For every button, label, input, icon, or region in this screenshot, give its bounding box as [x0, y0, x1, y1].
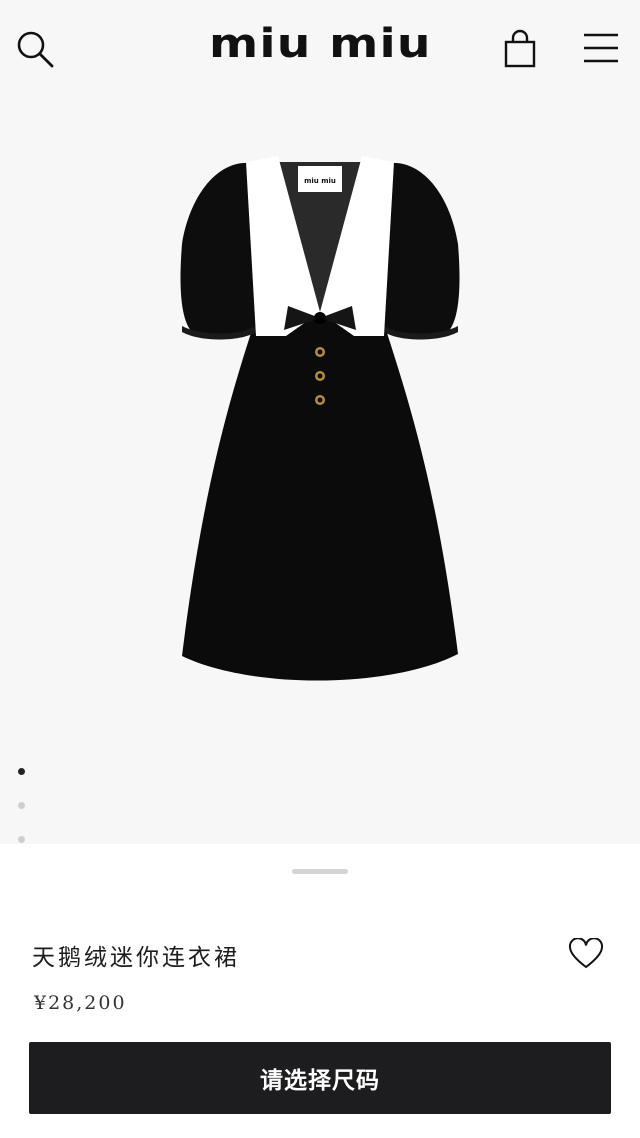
shopping-bag-icon[interactable]	[500, 28, 540, 70]
product-title: 天鹅绒迷你连衣裙	[32, 945, 240, 971]
pager-dot[interactable]	[18, 836, 25, 843]
pager-dot[interactable]	[18, 768, 25, 775]
heart-outline-icon[interactable]	[568, 938, 604, 970]
search-icon[interactable]	[14, 28, 56, 70]
pager-dot[interactable]	[18, 802, 25, 809]
sheet-drag-handle[interactable]	[292, 869, 348, 874]
product-dress-image: miu miu	[180, 156, 460, 681]
top-header: miu miu	[0, 0, 640, 96]
product-image-carousel[interactable]: miu miu	[0, 96, 640, 911]
dress-label-text: miu miu	[304, 177, 336, 185]
product-detail-page: miu miu miu miu 天鹅绒迷你连衣裙 ¥28,200 请选择尺码	[0, 0, 640, 1138]
brand-logo-text: miu miu	[208, 21, 432, 67]
brand-logo[interactable]: miu miu	[200, 18, 440, 70]
hamburger-menu-icon[interactable]	[580, 28, 622, 68]
product-info-sheet: 天鹅绒迷你连衣裙 ¥28,200 请选择尺码	[0, 844, 640, 1138]
product-price: ¥28,200	[34, 992, 127, 1014]
select-size-button[interactable]: 请选择尺码	[29, 1042, 611, 1114]
